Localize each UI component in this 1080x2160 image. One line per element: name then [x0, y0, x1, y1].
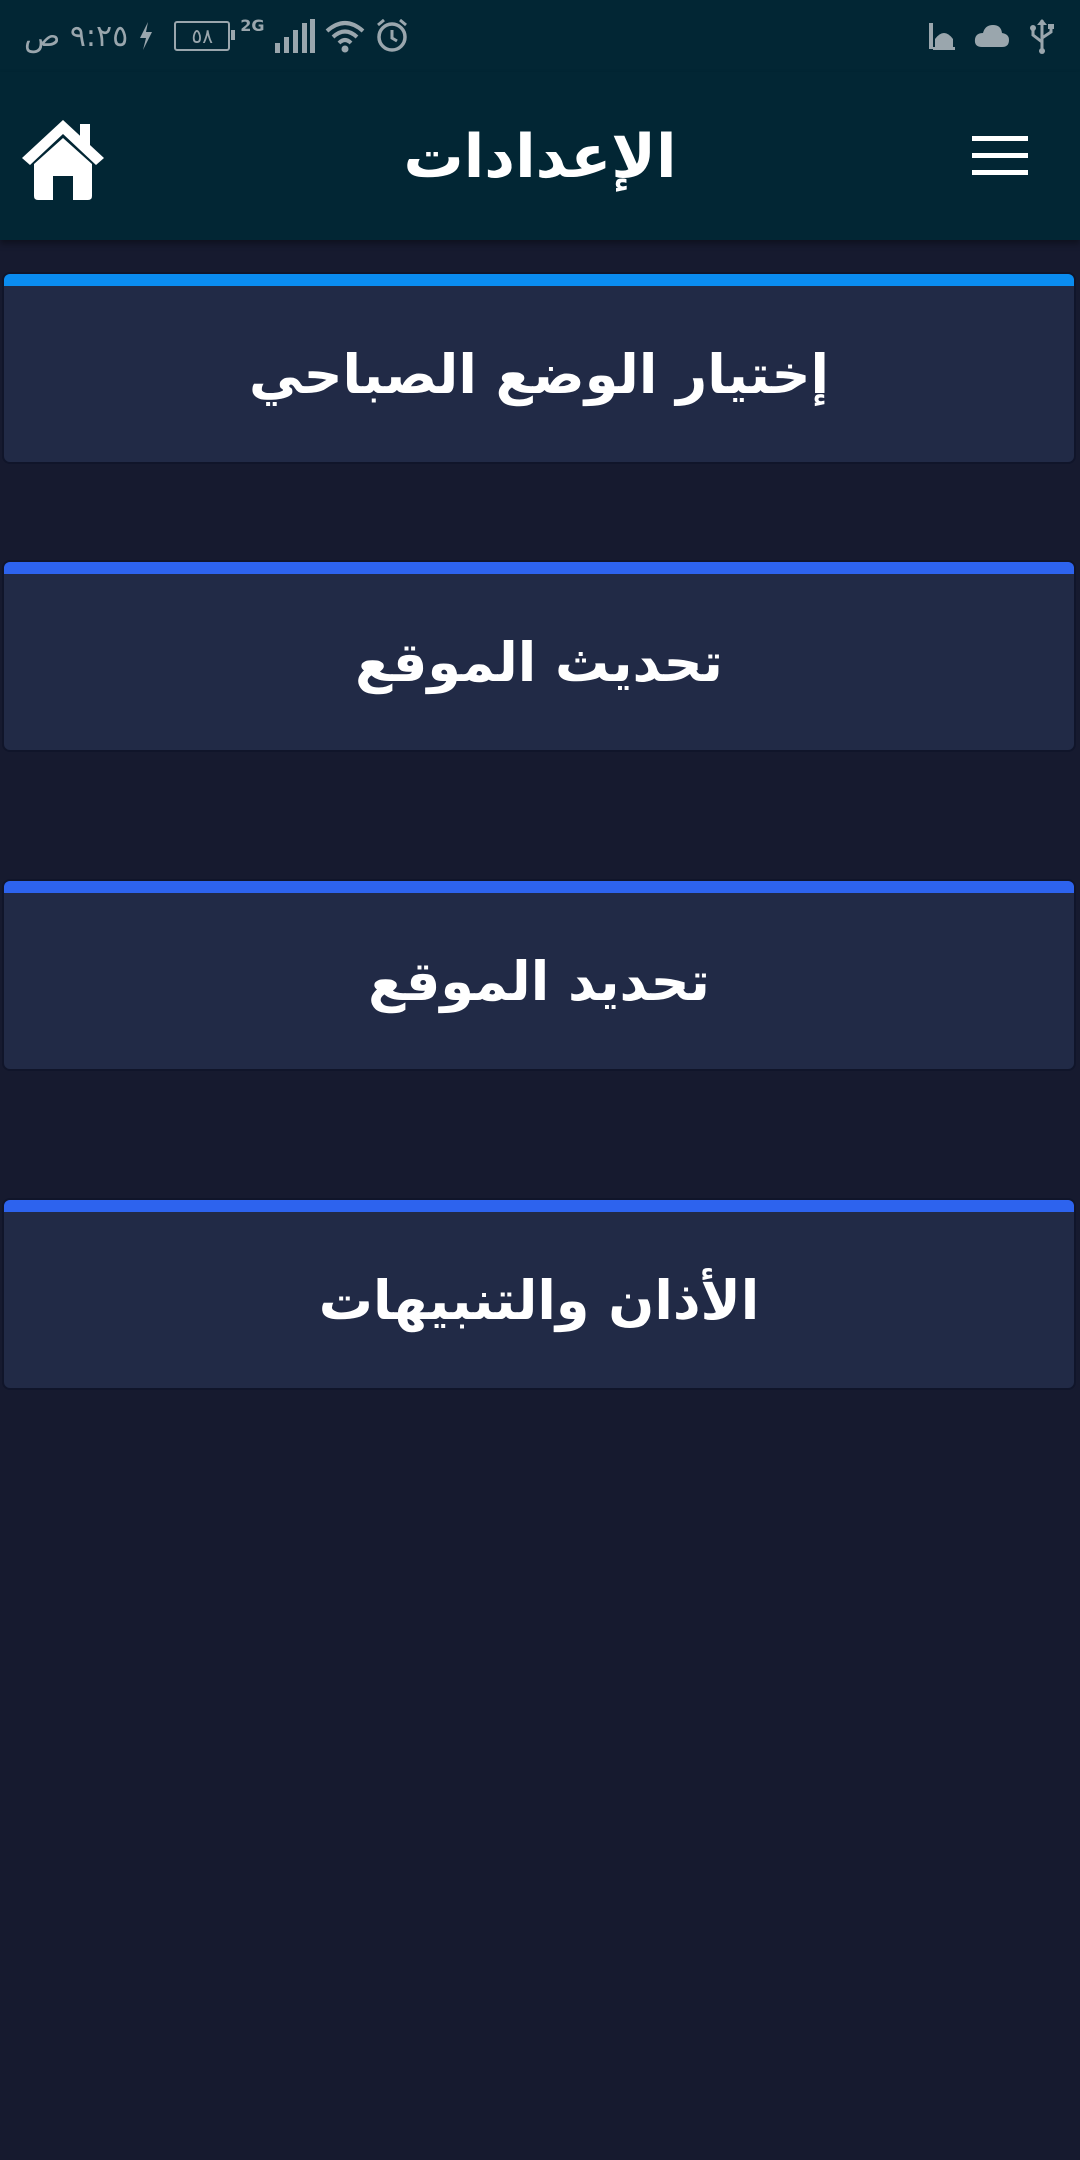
- bolt-icon: [140, 22, 153, 50]
- network-type: 2G: [240, 16, 265, 35]
- status-bar: ٩:٢٥ ص ٥٨ 2G: [0, 0, 1080, 72]
- setting-update-location[interactable]: تحديث الموقع: [2, 560, 1076, 752]
- card-accent-bar: [4, 562, 1074, 574]
- setting-label: تحديد الموقع: [368, 949, 710, 1013]
- card-accent-bar: [4, 274, 1074, 286]
- setting-label: تحديث الموقع: [355, 630, 723, 694]
- setting-adhan-alerts[interactable]: الأذان والتنبيهات: [2, 1198, 1076, 1390]
- battery-indicator: ٥٨: [174, 21, 236, 51]
- mosque-icon: [929, 23, 955, 50]
- menu-icon: [972, 136, 1028, 175]
- home-button[interactable]: [18, 112, 108, 202]
- status-left: ٩:٢٥ ص ٥٨ 2G: [24, 14, 409, 58]
- cloud-icon: [974, 25, 1009, 47]
- status-right: [928, 14, 1056, 58]
- setting-set-location[interactable]: تحديد الموقع: [2, 879, 1076, 1071]
- setting-label: الأذان والتنبيهات: [318, 1268, 760, 1332]
- card-accent-bar: [4, 881, 1074, 893]
- usb-icon: [1030, 19, 1054, 54]
- app-header: الإعدادات: [0, 72, 1080, 240]
- setting-label: إختيار الوضع الصباحي: [248, 342, 830, 406]
- status-time: ٩:٢٥ ص: [24, 18, 129, 54]
- setting-morning-mode[interactable]: إختيار الوضع الصباحي: [2, 272, 1076, 464]
- signal-icon: [274, 19, 315, 53]
- menu-button[interactable]: [972, 136, 1028, 176]
- card-accent-bar: [4, 1200, 1074, 1212]
- alarm-icon: [376, 19, 407, 52]
- home-icon: [22, 120, 104, 200]
- wifi-icon: [325, 21, 364, 53]
- page-title: الإعدادات: [403, 122, 677, 192]
